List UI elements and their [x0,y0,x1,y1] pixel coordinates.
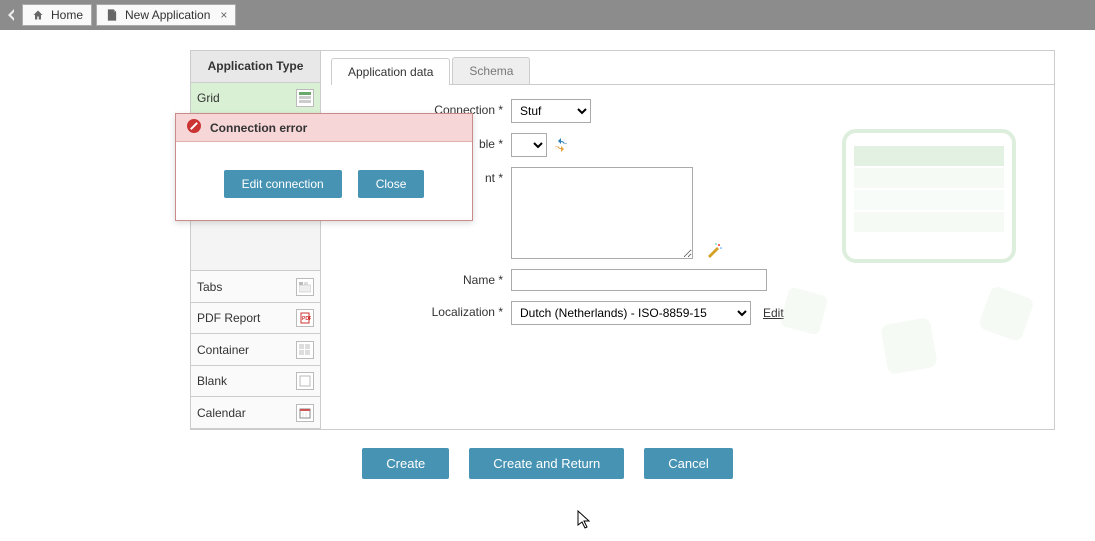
blank-icon [296,372,314,390]
edit-connection-button[interactable]: Edit connection [224,170,342,198]
inner-tab-schema[interactable]: Schema [452,57,530,84]
tab-home[interactable]: Home [22,4,92,26]
container-icon [296,341,314,359]
home-icon [31,8,45,22]
sidebar-item-calendar[interactable]: Calendar [191,397,320,429]
sidebar-item-label: Tabs [197,280,222,294]
refresh-icon[interactable] [553,137,569,153]
footer-buttons: Create Create and Return Cancel [0,448,1095,479]
inner-tabs: Application data Schema [331,57,1054,85]
sql-textarea[interactable] [511,167,693,259]
error-title-text: Connection error [210,121,307,135]
content-panel: Application Type Grid Tabs PDF Report PD… [190,50,1055,430]
tabs-icon [296,278,314,296]
error-dialog: Connection error Edit connection Close [175,113,473,221]
tab-home-label: Home [51,8,83,22]
name-input[interactable] [511,269,767,291]
sidebar: Application Type Grid Tabs PDF Report PD… [191,51,321,429]
error-dialog-body: Edit connection Close [176,142,472,220]
sidebar-item-label: Grid [197,91,220,105]
connection-select[interactable]: Stuf [511,99,591,123]
calendar-icon [296,404,314,422]
mouse-cursor [577,510,593,533]
localization-label: Localization * [341,301,511,319]
name-label: Name * [341,269,511,287]
error-icon [186,118,202,137]
pdf-icon: PDF [296,309,314,327]
cancel-button[interactable]: Cancel [644,448,732,479]
error-dialog-title: Connection error [176,114,472,142]
table-select[interactable] [511,133,547,157]
inner-tab-application-data[interactable]: Application data [331,58,450,85]
sidebar-item-blank[interactable]: Blank [191,366,320,398]
sidebar-item-label: PDF Report [197,311,260,325]
top-tabbar: Home New Application × [0,0,1095,30]
grid-icon [296,89,314,107]
create-and-return-button[interactable]: Create and Return [469,448,624,479]
localization-select[interactable]: Dutch (Netherlands) - ISO-8859-15 [511,301,751,325]
sidebar-item-label: Container [197,343,249,357]
svg-text:PDF: PDF [302,316,311,322]
create-button[interactable]: Create [362,448,449,479]
sidebar-item-container[interactable]: Container [191,334,320,366]
tab-new-application[interactable]: New Application × [96,4,236,26]
sidebar-item-label: Blank [197,374,227,388]
sidebar-item-grid[interactable]: Grid [191,83,320,115]
sidebar-item-tabs[interactable]: Tabs [191,271,320,303]
wand-icon[interactable] [705,241,723,259]
close-tab-icon[interactable]: × [216,8,227,22]
sidebar-item-pdf-report[interactable]: PDF Report PDF [191,303,320,335]
main-pane: Application data Schema Connection * Stu… [321,51,1054,429]
tab-new-application-label: New Application [125,8,210,22]
sidebar-header: Application Type [191,51,320,83]
back-button[interactable] [4,5,18,25]
sidebar-item-label: Calendar [197,406,246,420]
localization-edit-link[interactable]: Edit [763,306,784,320]
close-error-button[interactable]: Close [358,170,425,198]
document-icon [105,8,119,22]
